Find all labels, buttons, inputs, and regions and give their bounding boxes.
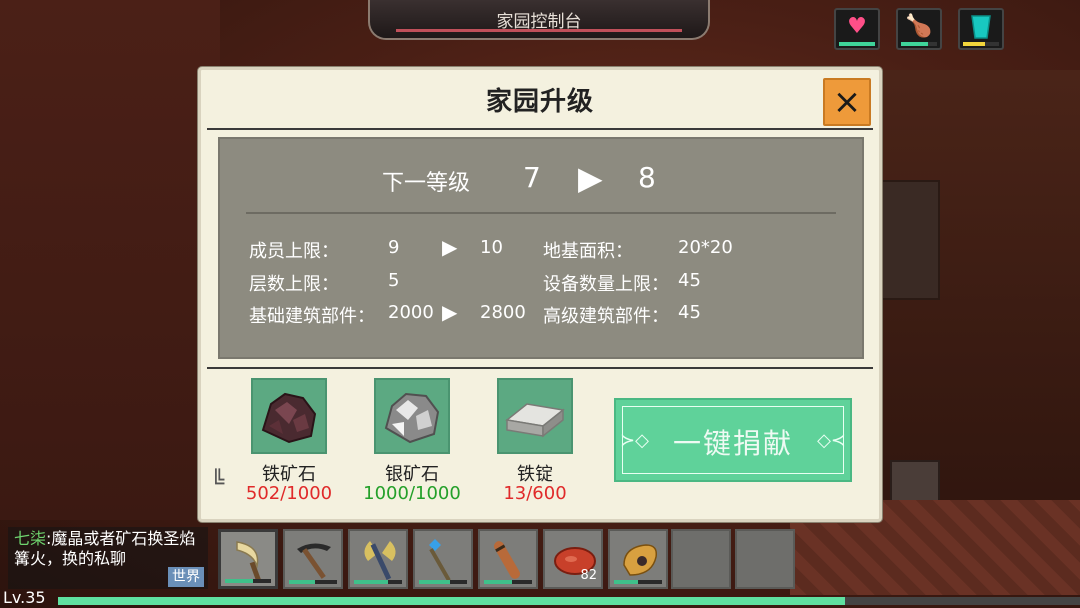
silver-ore-icon <box>384 392 440 444</box>
members-label: 成员上限： <box>249 241 339 262</box>
background-wall-left <box>0 0 220 520</box>
hotbar-slot-9[interactable] <box>735 529 795 589</box>
next-level-label: 下一等级 <box>382 171 471 196</box>
current-level: 7 <box>523 161 541 194</box>
iron-ore-icon <box>261 392 317 444</box>
hotbar-slot-4[interactable] <box>413 529 473 589</box>
donate-label: 一键捐献 <box>672 427 793 460</box>
basic-parts-label: 基础建筑部件： <box>249 306 375 327</box>
dialog-title: 家园升级 <box>207 70 873 130</box>
floors-value: 5 <box>388 270 400 291</box>
close-button[interactable]: × <box>823 78 871 126</box>
next-level: 8 <box>638 161 656 194</box>
hotbar-slot-5[interactable] <box>478 529 538 589</box>
material-silver-ore[interactable] <box>374 378 450 454</box>
floors-label: 层数上限： <box>249 274 339 295</box>
level-row: 下一等级 7 ▶ 8 <box>220 159 862 199</box>
hotbar-slot-7[interactable] <box>608 529 668 589</box>
advanced-parts-value: 45 <box>678 302 701 323</box>
hotbar-slot-6[interactable]: 82 <box>543 529 603 589</box>
materials-divider <box>207 367 873 369</box>
advanced-parts-label: 高级建筑部件： <box>543 306 669 327</box>
members-arrow-icon: ▶ <box>442 235 458 259</box>
horn-bag-icon <box>623 544 658 576</box>
health-status[interactable]: ♥ <box>834 8 880 50</box>
basic-parts-arrow-icon: ▶ <box>442 300 458 324</box>
basic-parts-to: 2800 <box>480 302 526 323</box>
sickle-icon <box>236 541 262 583</box>
level-arrow-icon: ▶ <box>578 159 603 197</box>
corner-ornament-icon: ╚ <box>211 470 225 495</box>
world-chat-box[interactable]: 七柒:魔晶或者矿石换圣焰篝火，换的私聊 世界 <box>8 527 208 589</box>
devices-label: 设备数量上限： <box>543 274 669 295</box>
chat-channel-tag[interactable]: 世界 <box>168 567 204 587</box>
material-quantity: 13/600 <box>503 483 567 504</box>
hotbar-slot-8[interactable] <box>671 529 731 589</box>
devices-value: 45 <box>678 270 701 291</box>
iron-ingot-icon <box>505 403 565 438</box>
crystal-staff-icon <box>429 539 451 582</box>
upgrade-info-panel: 下一等级 7 ▶ 8 成员上限： 9 ▶ 10 层数上限： 5 基础建筑部件： … <box>218 137 864 359</box>
material-iron-ingot[interactable] <box>497 378 573 454</box>
player-level: Lv.35 <box>3 588 46 607</box>
members-from: 9 <box>388 237 400 258</box>
home-upgrade-dialog: 家园升级 × 下一等级 7 ▶ 8 成员上限： 9 ▶ 10 层数上限： 5 基… <box>198 67 882 522</box>
meat-icon: 🍗 <box>905 14 933 39</box>
home-console-bar[interactable]: 家园控制台 <box>368 0 710 40</box>
home-console-health-line <box>396 29 682 32</box>
members-to: 10 <box>480 237 503 258</box>
heart-icon: ♥ <box>847 14 867 39</box>
slot-item-count: 82 <box>580 568 597 583</box>
area-value: 20*20 <box>678 237 733 258</box>
battle-axe-icon <box>364 541 396 580</box>
home-console-title: 家园控制台 <box>496 11 582 32</box>
basic-parts-from: 2000 <box>388 302 434 323</box>
wooden-club-icon <box>494 541 520 579</box>
hunger-status[interactable]: 🍗 <box>896 8 942 50</box>
info-divider <box>246 212 836 214</box>
material-quantity: 1000/1000 <box>363 483 461 504</box>
pickaxe-icon <box>297 543 331 579</box>
ornament-right-icon: ◇≺ <box>817 430 846 451</box>
xp-bar <box>58 597 1080 605</box>
hotbar-slot-2[interactable] <box>283 529 343 589</box>
one-click-donate-button[interactable]: ≻◇ 一键捐献 ◇≺ <box>614 398 852 482</box>
material-iron-ore[interactable] <box>251 378 327 454</box>
material-quantity: 502/1000 <box>245 483 333 504</box>
hotbar-slot-3[interactable] <box>348 529 408 589</box>
chat-sender: 七柒 <box>14 529 47 548</box>
hotbar-slot-1[interactable] <box>218 529 278 589</box>
thirst-status[interactable] <box>958 8 1004 50</box>
area-label: 地基面积： <box>543 241 633 262</box>
